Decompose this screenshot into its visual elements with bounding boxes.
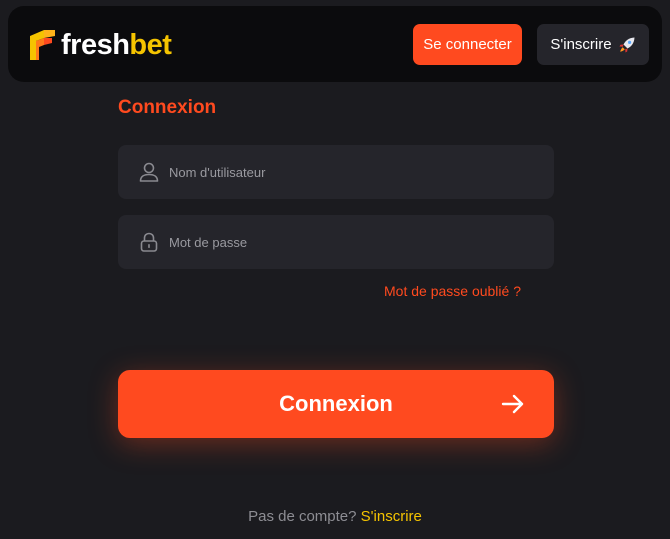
lock-icon (140, 232, 158, 252)
username-input[interactable] (169, 145, 539, 199)
user-icon (139, 162, 159, 182)
top-bar: freshbet Se connecter S'inscrire (8, 6, 662, 82)
logo-mark-icon (30, 30, 55, 60)
footer-signup-link[interactable]: S'inscrire (361, 508, 422, 525)
submit-login-label: Connexion (279, 391, 393, 416)
logo-text-bet: bet (129, 28, 172, 61)
login-button-label: Se connecter (423, 36, 512, 53)
arrow-right-icon (501, 394, 524, 414)
signup-prompt: Pas de compte? S'inscrire (0, 508, 670, 525)
login-button[interactable]: Se connecter (413, 24, 522, 65)
no-account-text: Pas de compte? (248, 508, 357, 525)
logo-text-fresh: fresh (61, 28, 130, 61)
freshbet-logo[interactable]: freshbet (28, 26, 172, 64)
rocket-icon (619, 37, 635, 52)
signup-button[interactable]: S'inscrire (537, 24, 649, 65)
forgot-password-link[interactable]: Mot de passe oublié ? (384, 283, 521, 299)
password-field[interactable] (118, 215, 554, 269)
page-title: Connexion (118, 97, 217, 118)
logo-text: freshbet (61, 28, 172, 61)
signup-button-label: S'inscrire (550, 36, 612, 53)
username-field[interactable] (118, 145, 554, 199)
password-input[interactable] (169, 215, 539, 269)
submit-login-button[interactable]: Connexion (118, 370, 554, 438)
